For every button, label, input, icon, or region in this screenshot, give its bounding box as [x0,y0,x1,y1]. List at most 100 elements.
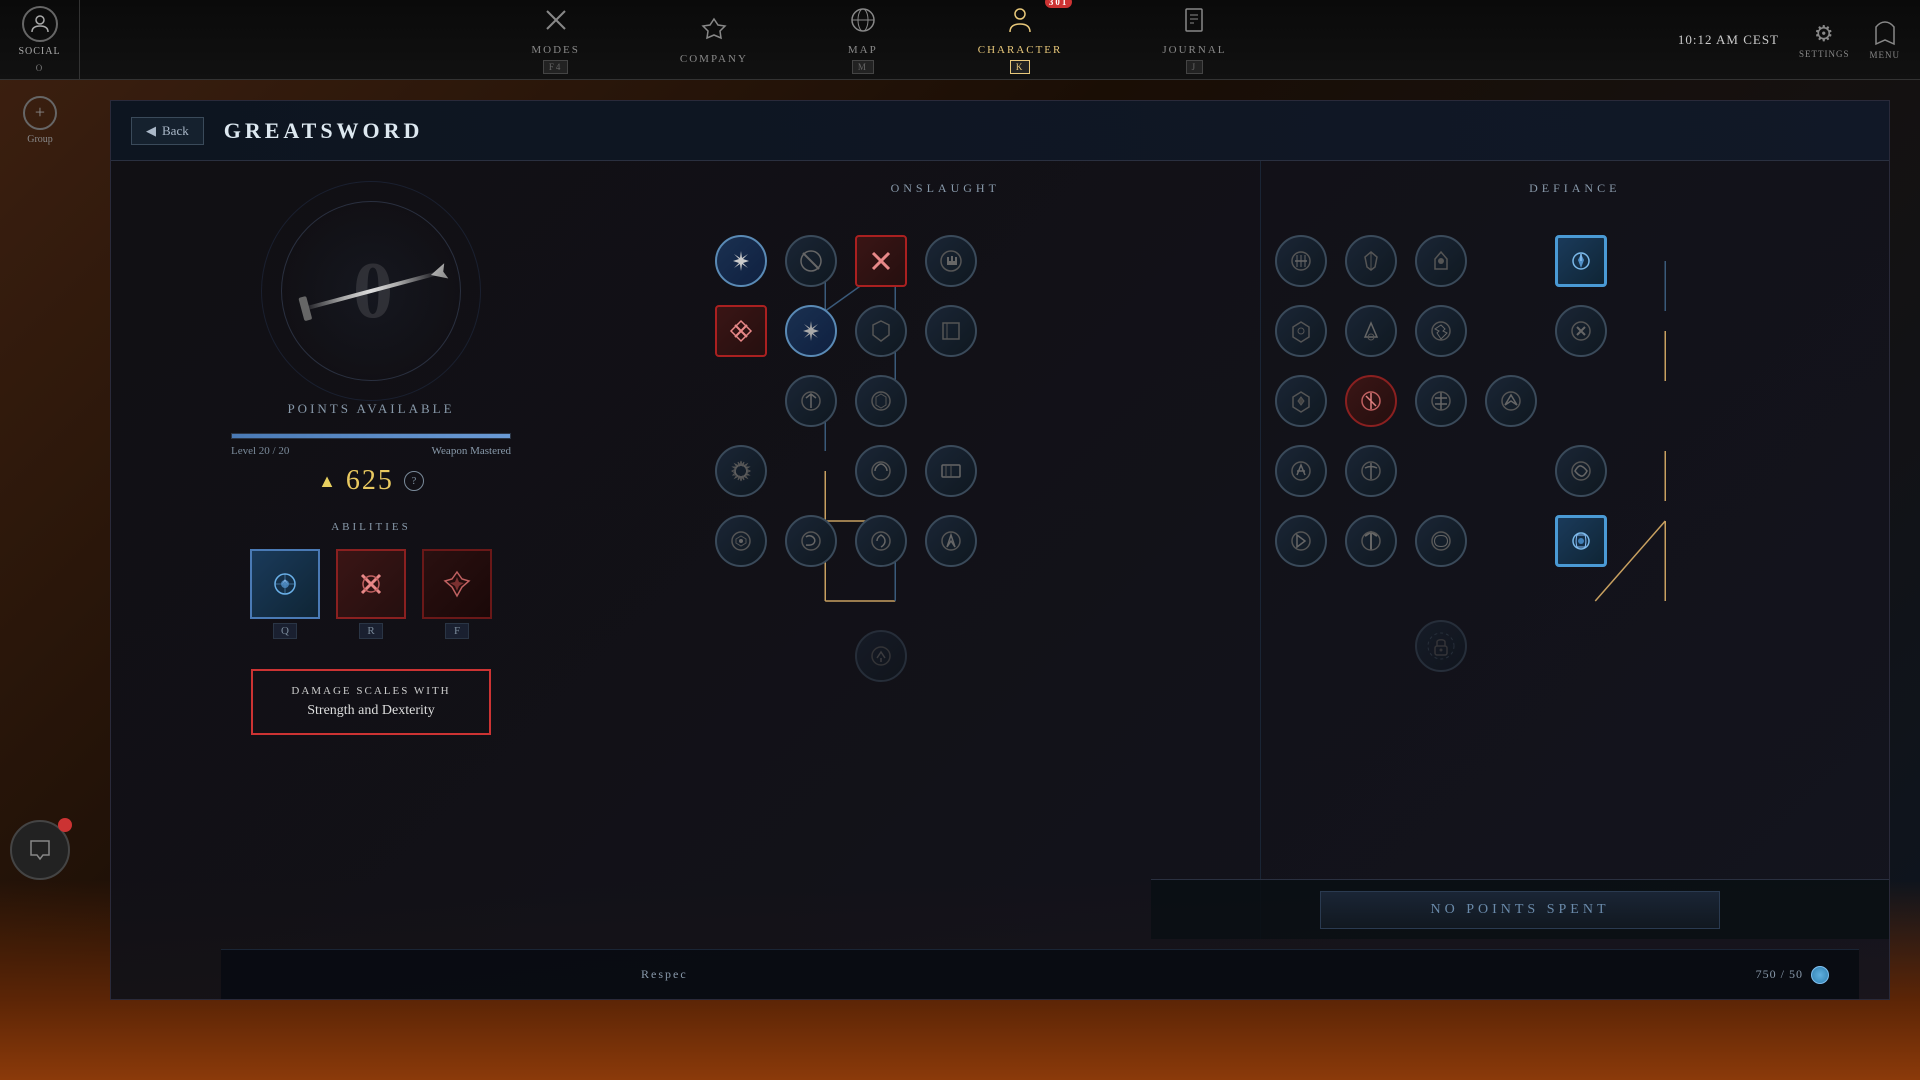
skill-defiance-3-1[interactable] [1275,375,1327,427]
nav-modes[interactable]: MODES F4 [511,0,600,82]
skill-onslaught-2-2[interactable] [785,305,837,357]
skill-defiance-2-1[interactable] [1275,305,1327,357]
ability-icon-f[interactable] [422,549,492,619]
skill-onslaught-5-3[interactable] [855,515,907,567]
skill-defiance-2-2[interactable] [1345,305,1397,357]
group-label: Group [27,134,53,145]
time-display: 10:12 AM CEST [1678,32,1779,48]
modes-label: MODES [531,44,580,56]
score-value: 625 [346,465,394,497]
skill-defiance-1-2[interactable] [1345,235,1397,287]
back-button[interactable]: ◀ Back [131,117,204,145]
level-bar-fill [232,434,510,438]
skill-onslaught-4-1[interactable] [715,445,767,497]
triangle-icon: ▲ [318,471,336,492]
azoth-icon [1811,966,1829,984]
damage-scales-title: DAMAGE SCALES WITH [273,685,469,697]
defiance-section: DEFIANCE [1261,161,1890,939]
ability-slot-f: F [422,549,492,639]
skill-onslaught-6-1[interactable] [855,630,907,682]
skill-defiance-5-1[interactable] [1275,515,1327,567]
bottom-bar: NO POINTS SPENT [1151,879,1889,939]
skill-onslaught-1-1[interactable] [715,235,767,287]
skill-onslaught-5-2[interactable] [785,515,837,567]
onslaught-section: ONSLAUGHT [631,161,1261,939]
no-points-label: NO POINTS SPENT [1430,902,1609,917]
chat-badge [58,818,72,832]
skill-onslaught-3-2[interactable] [855,375,907,427]
skill-onslaught-3-1[interactable] [785,375,837,427]
defiance-title: DEFIANCE [1281,181,1870,196]
map-icon [849,6,877,40]
skill-defiance-5-2[interactable] [1345,515,1397,567]
skill-onslaught-4-3[interactable] [925,445,977,497]
ability-icon-q[interactable] [250,549,320,619]
skill-onslaught-5-4[interactable] [925,515,977,567]
abilities-section-label: ABILITIES [331,521,411,533]
menu-button[interactable]: MENU [1870,20,1901,60]
skill-defiance-1-1[interactable] [1275,235,1327,287]
settings-button[interactable]: ⚙ SETTINGS [1799,21,1850,59]
skill-defiance-4-1[interactable] [1275,445,1327,497]
character-icon [1006,6,1034,40]
back-arrow: ◀ [146,123,156,139]
group-button[interactable]: + Group [10,90,70,150]
panel-header: ◀ Back GREATSWORD [111,101,1889,161]
level-bar-container: Level 20 / 20 Weapon Mastered [231,433,511,457]
journal-label: JOURNAL [1162,44,1226,56]
onslaught-title: ONSLAUGHT [651,181,1240,196]
ability-icon-r[interactable] [336,549,406,619]
skill-defiance-6-1[interactable] [1415,620,1467,672]
level-bar-bg [231,433,511,439]
skill-defiance-3-2[interactable] [1345,375,1397,427]
skill-defiance-1-4[interactable] [1555,235,1607,287]
defiance-canvas [1281,216,1870,736]
ability-key-f: F [445,623,469,639]
skill-onslaught-4-2[interactable] [855,445,907,497]
nav-journal[interactable]: JOURNAL J [1142,0,1246,82]
weapon-display: 0 [241,191,501,391]
skill-defiance-2-4[interactable] [1555,305,1607,357]
respec-cost-value: 750 / 50 [1756,967,1803,982]
ability-key-q: Q [273,623,297,639]
abilities-row: Q R [250,549,492,639]
skill-onslaught-1-3[interactable] [855,235,907,287]
skill-onslaught-1-4[interactable] [925,235,977,287]
skill-defiance-3-4[interactable] [1485,375,1537,427]
modes-icon [542,6,570,40]
skill-defiance-3-3[interactable] [1415,375,1467,427]
level-max: 20 [278,445,289,457]
map-key: M [852,60,874,74]
level-info: Level 20 / 20 Weapon Mastered [231,445,511,457]
settings-label: SETTINGS [1799,49,1850,59]
topbar-right: 10:12 AM CEST ⚙ SETTINGS MENU [1678,20,1920,60]
skill-onslaught-2-4[interactable] [925,305,977,357]
skill-defiance-5-4[interactable] [1555,515,1607,567]
chat-button[interactable] [10,820,70,880]
left-sidebar: 0 POINTS AVAILABLE Level 20 / 20 Weapon … [111,161,631,999]
gear-icon: ⚙ [1814,21,1835,47]
skill-onslaught-2-1[interactable] [715,305,767,357]
character-key: K [1010,60,1031,74]
no-points-button[interactable]: NO POINTS SPENT [1320,891,1720,929]
skill-defiance-4-3[interactable] [1555,445,1607,497]
skill-defiance-5-3[interactable] [1415,515,1467,567]
nav-character[interactable]: 301 CHARACTER K [958,0,1083,82]
skill-defiance-2-3[interactable] [1415,305,1467,357]
main-panel: ◀ Back GREATSWORD 0 POINTS AVAILABLE Lev… [110,100,1890,1000]
onslaught-canvas [651,216,1240,736]
chat-icon [29,839,51,861]
social-icon [22,6,58,42]
help-button[interactable]: ? [404,471,424,491]
skill-defiance-1-3[interactable] [1415,235,1467,287]
company-label: COMPANY [680,53,748,65]
social-button[interactable]: SOCIAL O [0,0,80,80]
back-label: Back [162,123,189,139]
nav-map[interactable]: MAP M [828,0,898,82]
skill-onslaught-2-3[interactable] [855,305,907,357]
ability-slot-q: Q [250,549,320,639]
skill-onslaught-1-2[interactable] [785,235,837,287]
skill-defiance-4-2[interactable] [1345,445,1397,497]
skill-onslaught-5-1[interactable] [715,515,767,567]
nav-company[interactable]: COMPANY [660,7,768,73]
